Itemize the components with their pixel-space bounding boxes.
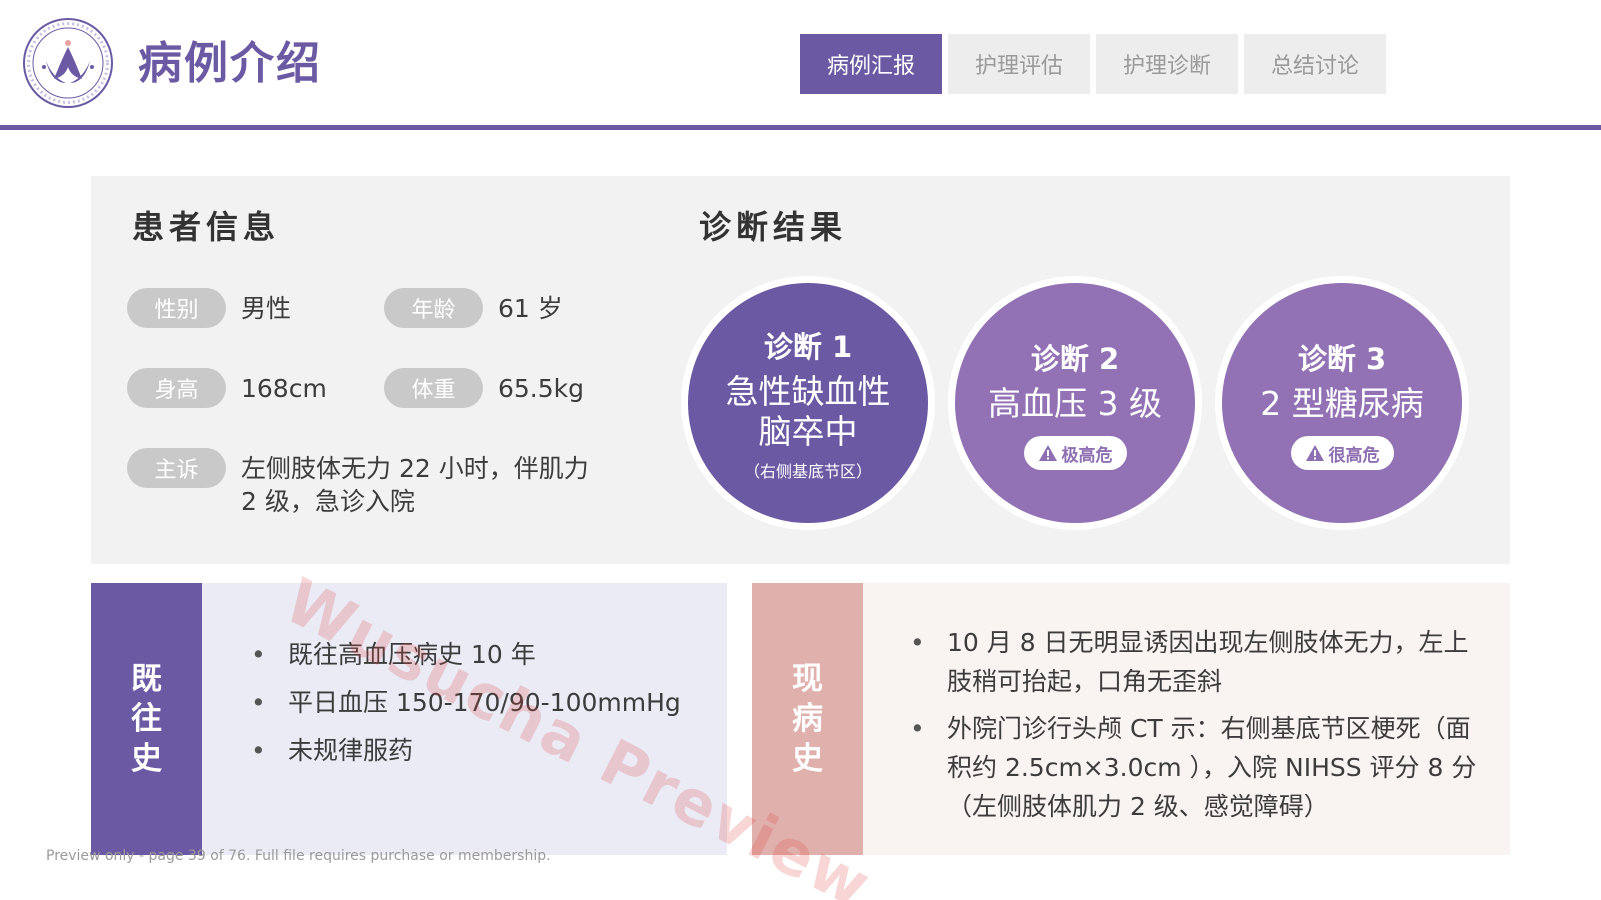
risk-badge: 很高危 xyxy=(1290,436,1394,470)
height-label: 身高 xyxy=(127,368,226,408)
gender-value: 男性 xyxy=(241,294,292,323)
weight-value: 65.5kg xyxy=(498,374,585,403)
list-item: 既往高血压病史 10 年 xyxy=(249,631,681,679)
tab-nursing-diagnosis[interactable]: 护理诊断 xyxy=(1096,34,1238,94)
diagnosis-card-3: 诊断 3 2 型糖尿病 很高危 xyxy=(1215,276,1469,530)
page-title: 病例介绍 xyxy=(138,38,322,89)
age-value: 61 岁 xyxy=(498,294,563,323)
height-value: 168cm xyxy=(241,374,327,403)
diagnosis-label: 诊断 2 xyxy=(1030,342,1120,376)
list-item: 10 月 8 日无明显诱因出现左侧肢体无力，左上肢稍可抬起，口角无歪斜 xyxy=(908,623,1488,701)
diagnosis-name: 2 型糖尿病 xyxy=(1260,384,1424,423)
diagnosis-name: 脑卒中 xyxy=(758,412,858,451)
list-item: 外院门诊行头颅 CT 示：右侧基底节区梗死（面积约 2.5cm×3.0cm ），… xyxy=(908,709,1488,826)
weight-label: 体重 xyxy=(384,368,483,408)
section-tabs: 病例汇报 护理评估 护理诊断 总结讨论 xyxy=(800,34,1386,94)
past-history-list: 既往高血压病史 10 年 平日血压 150-170/90-100mmHg 未规律… xyxy=(249,631,681,775)
header-divider xyxy=(0,125,1601,130)
risk-badge: 极高危 xyxy=(1023,436,1127,470)
risk-level: 极高危 xyxy=(1061,445,1113,466)
diagnosis-name: 急性缺血性 xyxy=(725,372,891,411)
diagnosis-label: 诊断 1 xyxy=(763,330,853,364)
warning-triangle-icon xyxy=(1305,445,1324,461)
tab-nursing-assessment[interactable]: 护理评估 xyxy=(948,34,1090,94)
complaint-value: 左侧肢体无力 22 小时，伴肌力 2 级，急诊入院 xyxy=(241,454,589,516)
present-history-title: 现 病 史 xyxy=(752,583,863,855)
diagnosis-note: （右侧基底节区） xyxy=(743,462,872,481)
tab-case-report[interactable]: 病例汇报 xyxy=(800,34,942,94)
diagnosis-card-1: 诊断 1 急性缺血性 脑卒中 （右侧基底节区） xyxy=(681,276,935,530)
warning-triangle-icon xyxy=(1038,445,1057,461)
diagnosis-card-2: 诊断 2 高血压 3 级 极高危 xyxy=(948,276,1202,530)
preview-footer-note: Preview only - page 39 of 76. Full file … xyxy=(46,848,551,864)
diagnosis-title: 诊断结果 xyxy=(699,208,848,246)
age-label: 年龄 xyxy=(384,288,483,328)
complaint-label: 主诉 xyxy=(127,448,226,488)
past-history-panel: 既往高血压病史 10 年 平日血压 150-170/90-100mmHg 未规律… xyxy=(202,583,727,855)
past-history-title: 既 往 史 xyxy=(91,583,202,855)
tab-summary-discussion[interactable]: 总结讨论 xyxy=(1244,34,1386,94)
list-item: 平日血压 150-170/90-100mmHg xyxy=(249,679,681,727)
patient-info-title: 患者信息 xyxy=(132,208,281,246)
risk-level: 很高危 xyxy=(1328,445,1380,466)
gender-label: 性别 xyxy=(127,288,226,328)
list-item: 未规律服药 xyxy=(249,727,681,775)
overview-panel: 患者信息 性别 男性 年龄 61 岁 身高 168cm 体重 65.5kg 主诉… xyxy=(91,176,1510,564)
present-history-list: 10 月 8 日无明显诱因出现左侧肢体无力，左上肢稍可抬起，口角无歪斜 外院门诊… xyxy=(908,623,1488,834)
diagnosis-name: 高血压 3 级 xyxy=(988,384,1162,423)
present-history-panel: 10 月 8 日无明显诱因出现左侧肢体无力，左上肢稍可抬起，口角无歪斜 外院门诊… xyxy=(863,583,1510,855)
diagnosis-label: 诊断 3 xyxy=(1297,342,1387,376)
hospital-logo xyxy=(22,17,114,109)
